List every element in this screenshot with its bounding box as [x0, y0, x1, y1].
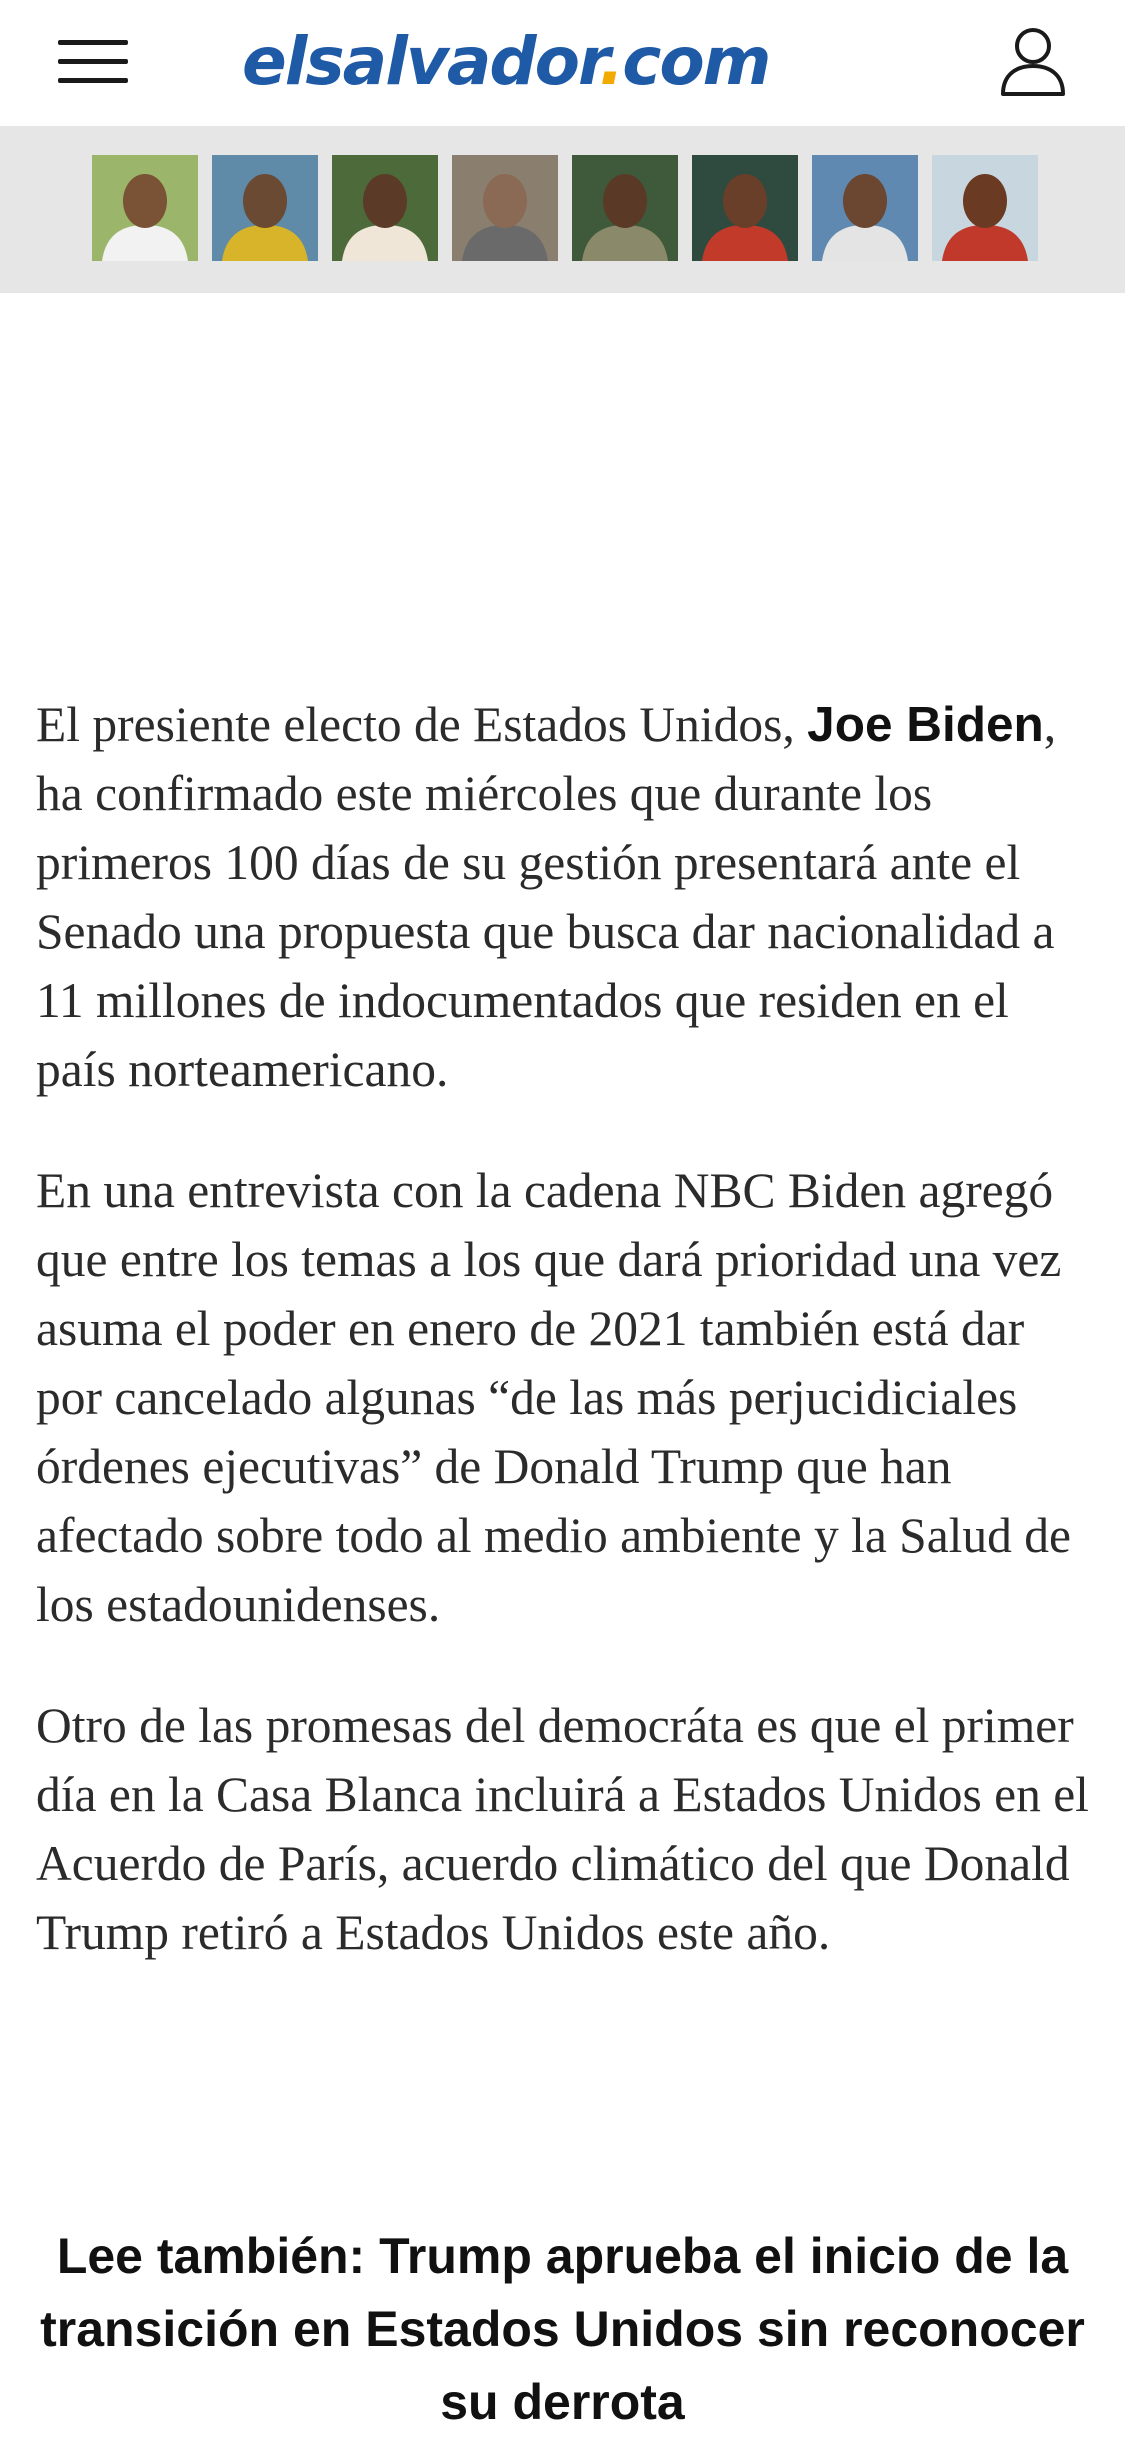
photo-thumbnail[interactable]	[812, 155, 918, 261]
photo-thumbnail[interactable]	[332, 155, 438, 261]
site-logo[interactable]: elsalvador.com	[242, 22, 882, 102]
p1-before: El presiente electo de Estados Unidos,	[36, 697, 808, 752]
photo-thumbnail[interactable]	[212, 155, 318, 261]
portrait-photo	[212, 155, 318, 261]
photo-thumbnail[interactable]	[452, 155, 558, 261]
logo-dot: .	[599, 23, 624, 100]
article-paragraph-1: El presiente electo de Estados Unidos, J…	[36, 690, 1096, 1104]
p1-bold-name[interactable]: Joe Biden	[807, 697, 1044, 752]
menu-bar	[58, 59, 128, 64]
read-also-link[interactable]: Lee también: Trump aprueba el inicio de …	[30, 2220, 1095, 2439]
photo-thumbnail[interactable]	[92, 155, 198, 261]
hamburger-menu-icon[interactable]	[58, 40, 128, 84]
photo-thumbnail[interactable]	[572, 155, 678, 261]
logo-main: elsalvador	[242, 23, 601, 100]
portrait-photo	[452, 155, 558, 261]
photo-strip-thumbnails	[92, 155, 1038, 261]
article-paragraph-3: Otro de las promesas del democráta es qu…	[36, 1698, 1089, 1960]
portrait-photo	[92, 155, 198, 261]
photo-thumbnail[interactable]	[692, 155, 798, 261]
photo-thumbnail[interactable]	[932, 155, 1038, 261]
menu-bar	[58, 78, 128, 83]
logo-tld: com	[622, 23, 771, 100]
portrait-photo	[332, 155, 438, 261]
portrait-photo	[932, 155, 1038, 261]
site-header: elsalvador.com	[0, 0, 1125, 127]
article-body: El presiente electo de Estados Unidos, J…	[36, 690, 1096, 2019]
portrait-photo	[572, 155, 678, 261]
user-profile-icon[interactable]	[1000, 26, 1066, 96]
article-paragraph-2: En una entrevista con la cadena NBC Bide…	[36, 1163, 1072, 1632]
p1-after: , ha confirmado este miércoles que duran…	[36, 697, 1057, 1097]
portrait-photo	[812, 155, 918, 261]
menu-bar	[58, 40, 128, 45]
portrait-photo	[692, 155, 798, 261]
photo-strip	[0, 127, 1125, 293]
ad-placeholder	[0, 293, 1125, 683]
